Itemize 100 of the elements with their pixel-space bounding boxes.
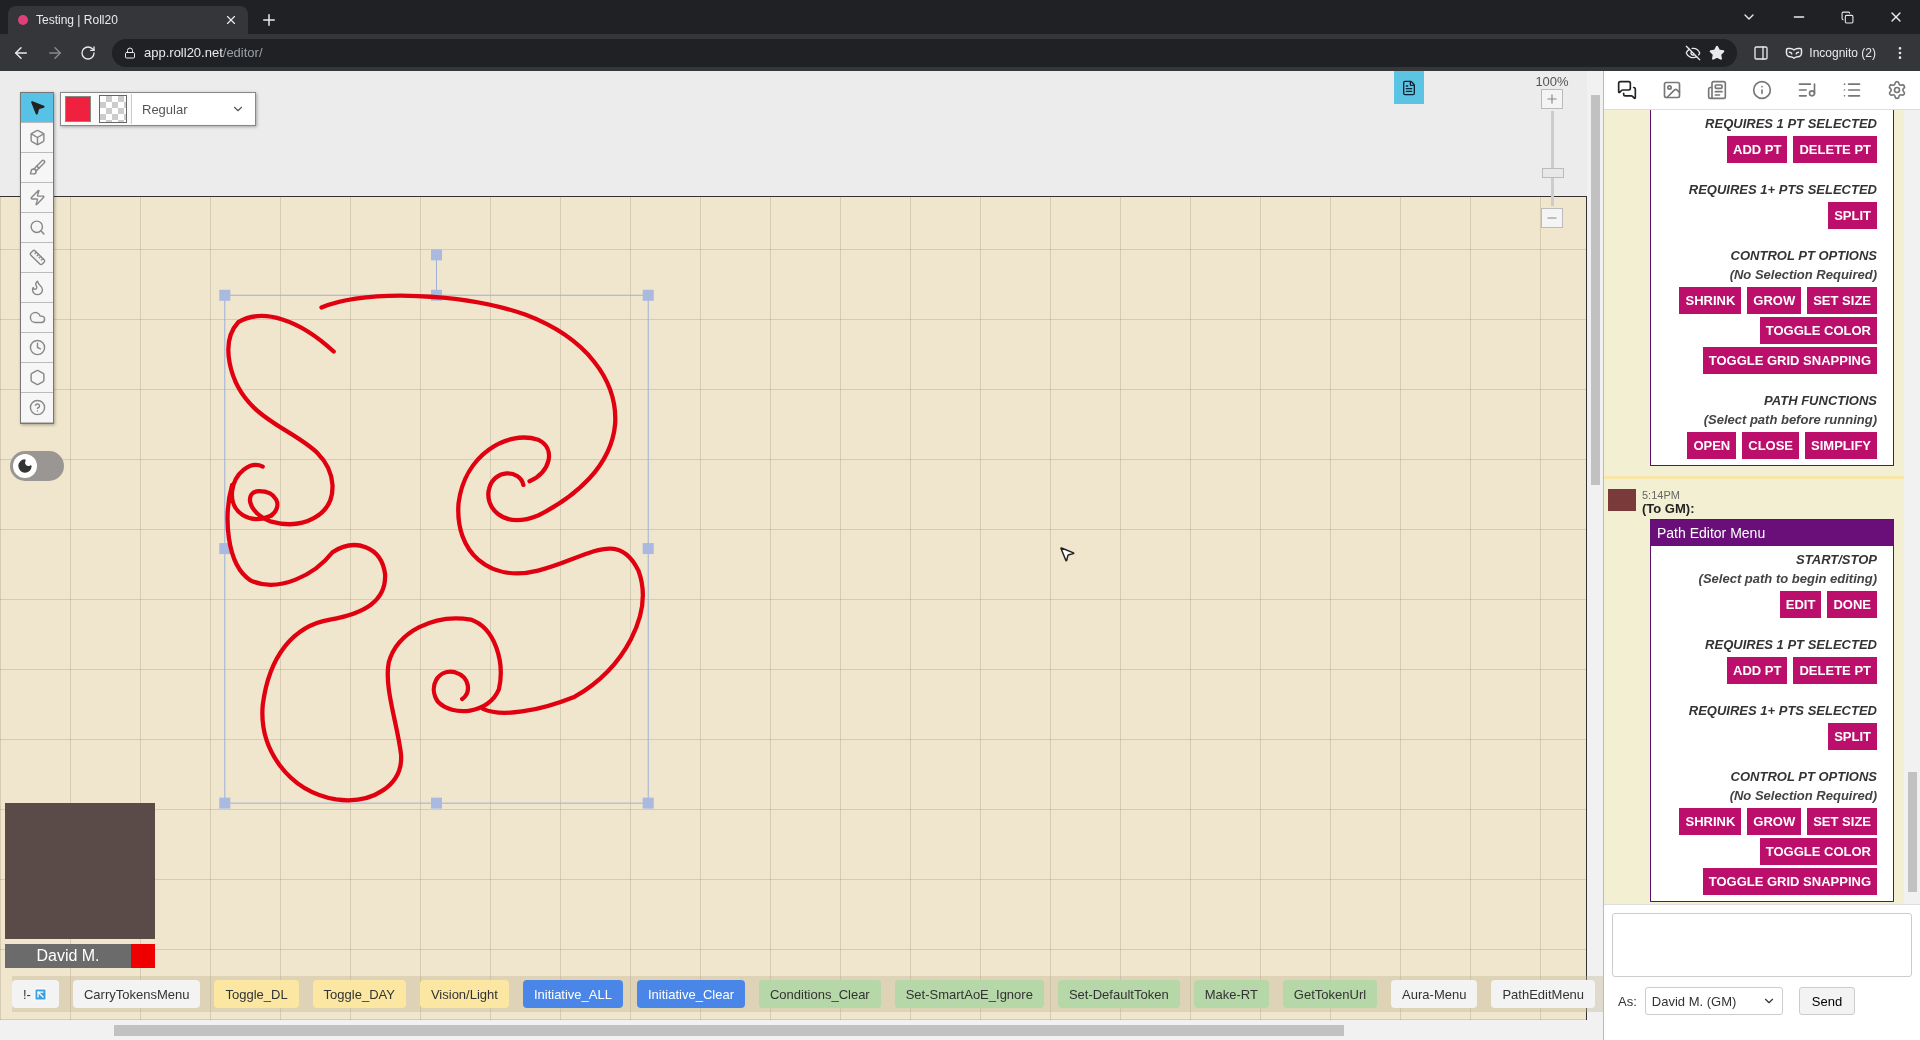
info-icon [1752, 80, 1772, 100]
menu-button[interactable]: DELETE PT [1793, 136, 1877, 163]
close-icon[interactable] [224, 13, 238, 27]
menu-button[interactable]: SIMPLIFY [1805, 432, 1877, 459]
tool-button[interactable] [21, 93, 53, 123]
settings-icon [1887, 80, 1908, 100]
macro-button[interactable]: Set-DefaultToken [1057, 980, 1180, 1008]
menu-button[interactable]: TOGGLE GRID SNAPPING [1702, 347, 1877, 374]
restore-icon[interactable] [1841, 10, 1854, 24]
section-heading: REQUIRES 1 PT SELECTED [1705, 636, 1877, 654]
speaking-as-select[interactable]: David M. (GM) [1644, 987, 1783, 1015]
brush-icon [28, 159, 46, 176]
macro-button[interactable]: Initiative_Clear [636, 980, 745, 1008]
moon-icon [17, 458, 33, 474]
chat-scrollbar[interactable] [1904, 110, 1920, 904]
tab-title: Testing | Roll20 [36, 13, 119, 27]
cloud-icon [28, 309, 46, 326]
player-color-swatch[interactable] [131, 944, 155, 968]
message-recipient: (To GM): [1642, 501, 1696, 516]
menu-button[interactable]: SHRINK [1679, 287, 1742, 314]
ruler-icon [28, 249, 46, 266]
pointer-icon [28, 99, 46, 116]
menu-button[interactable]: SET SIZE [1807, 287, 1877, 314]
section-heading: CONTROL PT OPTIONS [1730, 247, 1877, 265]
section-heading: REQUIRES 1 PT SELECTED [1705, 115, 1877, 133]
section-note: (Select path to begin editing) [1698, 570, 1877, 588]
arrow-square-icon [32, 986, 48, 1002]
star-icon[interactable] [1709, 44, 1726, 61]
menu-button[interactable]: ADD PT [1727, 136, 1788, 163]
music-list-icon [1797, 80, 1818, 100]
journal-button[interactable] [1394, 71, 1424, 104]
macro-button[interactable]: Toggle_DL [214, 980, 299, 1008]
avatar-photo-placeholder [1608, 489, 1636, 511]
menu-button[interactable]: OPEN [1687, 432, 1737, 459]
menu-button[interactable]: TOGGLE GRID SNAPPING [1702, 868, 1877, 895]
dice-icon [28, 369, 46, 386]
menu-button[interactable]: ADD PT [1727, 657, 1788, 684]
browser-tab[interactable]: Testing | Roll20 [8, 6, 248, 34]
fill-color-swatch[interactable] [99, 95, 127, 123]
menu-button[interactable]: SET SIZE [1807, 808, 1877, 835]
macro-button[interactable]: CarryTokensMenu [72, 980, 201, 1008]
section-heading: PATH FUNCTIONS [1764, 392, 1877, 410]
macro-button[interactable]: Set-SmartAoE_Ignore [894, 980, 1044, 1008]
message-time: 5:14PM [1642, 489, 1681, 501]
section-note: (Select path before running) [1703, 411, 1877, 429]
new-tab-icon[interactable] [260, 11, 278, 29]
macro-button[interactable]: GetTokenUrl [1282, 980, 1378, 1008]
eye-off-icon[interactable] [1685, 44, 1702, 61]
profile-label[interactable]: Incognito (2) [1809, 45, 1876, 60]
menu-button[interactable]: GROW [1747, 287, 1802, 314]
menu-button[interactable]: SHRINK [1679, 808, 1742, 835]
list-icon [1842, 80, 1863, 100]
zoom-label: 100% [1535, 74, 1569, 89]
image-icon [1661, 80, 1682, 100]
stroke-color-swatch[interactable] [65, 96, 91, 122]
section-heading: CONTROL PT OPTIONS [1730, 768, 1877, 786]
menu-button[interactable]: DELETE PT [1793, 657, 1877, 684]
horizontal-scrollbar[interactable] [0, 1020, 1587, 1040]
clock-icon [28, 339, 46, 356]
side-panel-icon[interactable] [1753, 44, 1770, 61]
macro-button[interactable]: !- [12, 980, 59, 1008]
macro-button[interactable]: Make-RT [1193, 980, 1269, 1008]
menu-button[interactable]: TOGGLE COLOR [1759, 838, 1877, 865]
line-type-select[interactable]: Regular [131, 94, 255, 124]
section-note: (No Selection Required) [1729, 266, 1877, 284]
chat-icon [1616, 80, 1637, 100]
plus-icon [1545, 92, 1559, 106]
vertical-scrollbar[interactable] [1587, 71, 1603, 1040]
lock-icon [124, 46, 136, 59]
section-heading: REQUIRES 1+ PTS SELECTED [1688, 702, 1877, 720]
mouse-cursor-icon [1058, 545, 1076, 563]
section-heading: START/STOP [1796, 551, 1877, 569]
macro-button[interactable]: PathEditMenu [1491, 980, 1596, 1008]
section-note: (No Selection Required) [1729, 787, 1877, 805]
macro-button[interactable]: Initiative_ALL [522, 980, 623, 1008]
menu-button[interactable]: DONE [1827, 591, 1877, 618]
section-heading: REQUIRES 1+ PTS SELECTED [1688, 181, 1877, 199]
menu-button[interactable]: TOGGLE COLOR [1759, 317, 1877, 344]
newspaper-icon [1706, 80, 1727, 100]
favicon-icon [18, 15, 28, 25]
menu-button[interactable]: SPLIT [1828, 723, 1877, 750]
macro-button[interactable]: Vision/Light [419, 980, 509, 1008]
send-button[interactable]: Send [1798, 987, 1856, 1015]
dark-mode-toggle[interactable] [10, 451, 64, 481]
menu-button[interactable]: GROW [1747, 808, 1802, 835]
menu-button[interactable]: EDIT [1779, 591, 1822, 618]
macro-button[interactable]: Toggle_DAY [312, 980, 406, 1008]
chat-input-field[interactable] [1612, 913, 1912, 977]
as-label: As: [1618, 993, 1637, 1009]
menu-button[interactable]: SPLIT [1828, 202, 1877, 229]
document-icon [1401, 79, 1417, 96]
macro-button[interactable]: Aura-Menu [1391, 980, 1478, 1008]
zoom-slider-thumb[interactable] [1541, 167, 1564, 178]
address-field[interactable]: app.roll20.net/editor/ [112, 38, 1738, 67]
search-icon [28, 219, 46, 236]
menu-button[interactable]: CLOSE [1742, 432, 1800, 459]
reload-icon[interactable] [80, 44, 96, 61]
macro-button[interactable]: Conditions_Clear [758, 980, 881, 1008]
cube-icon [28, 129, 46, 146]
player-name: David M. [5, 944, 131, 968]
